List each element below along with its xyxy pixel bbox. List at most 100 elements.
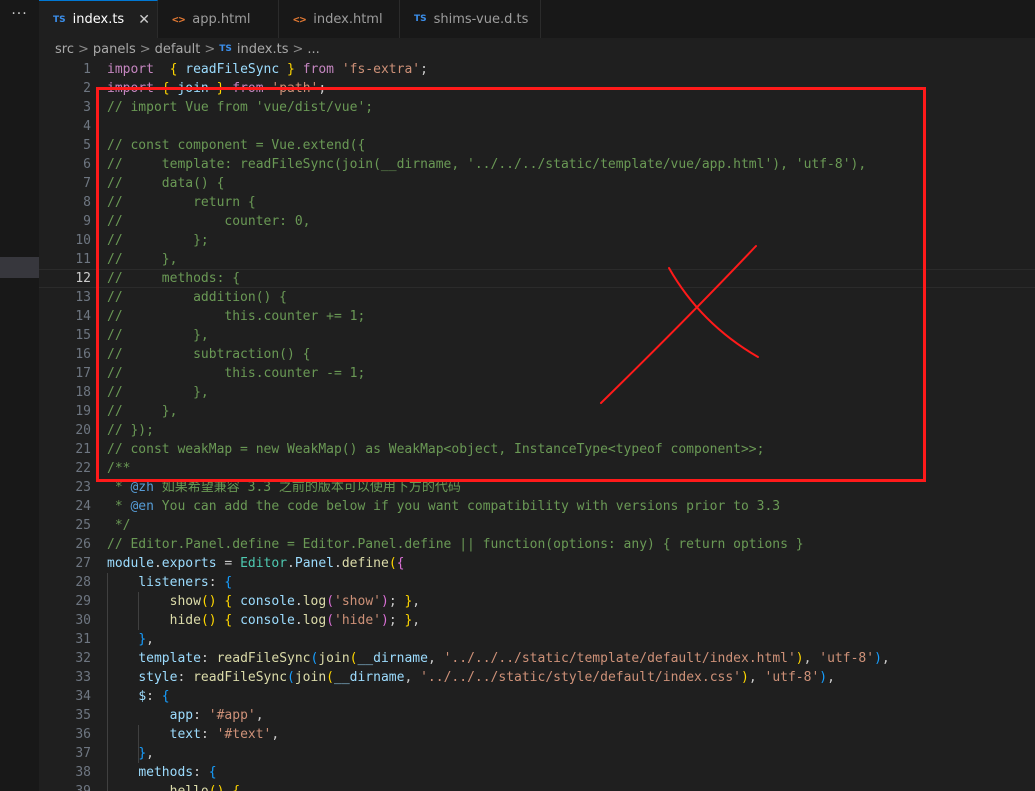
code-line[interactable]: // }, [107,326,890,345]
code-token: template [138,651,201,666]
code-token: 'show' [334,594,381,609]
close-icon[interactable]: ✕ [138,12,150,28]
code-line[interactable]: */ [107,516,890,535]
code-line[interactable] [107,117,890,136]
code-line[interactable]: text: '#text', [107,725,890,744]
breadcrumb-symbol[interactable]: ... [307,42,319,57]
code-token: , [404,670,421,685]
code-line[interactable]: import { join } from 'path'; [107,79,890,98]
code-token: $ [138,689,147,704]
code-token: { [161,81,170,96]
code-token: // this.counter -= 1; [107,366,366,381]
code-line[interactable]: // template: readFileSync(join(__dirname… [107,155,890,174]
line-number: 39 [39,782,91,791]
code-token: , [412,594,421,609]
code-line[interactable]: // const component = Vue.extend({ [107,136,890,155]
code-token: define [341,556,389,571]
code-line[interactable]: // this.counter += 1; [107,307,890,326]
code-line[interactable]: hide() { console.log('hide'); }, [107,611,890,630]
code-line[interactable]: methods: { [107,763,890,782]
code-line[interactable]: $: { [107,687,890,706]
line-number: 26 [75,537,91,552]
code-line[interactable]: // import Vue from 'vue/dist/vue'; [107,98,890,117]
code-token: 'fs-extra' [341,62,421,77]
code-token: . [294,594,303,609]
breadcrumb: src > panels > default > TS index.ts > .… [39,38,1035,60]
code-line[interactable]: }, [107,630,890,649]
code-line[interactable]: // this.counter -= 1; [107,364,890,383]
code-line[interactable]: // return { [107,193,890,212]
code-line[interactable]: // data() { [107,174,890,193]
code-token: // }); [107,423,154,438]
code-editor[interactable]: 1 2 3 4 5 6 7 8 9 10 11 12 13 14 15 16 17 18 19 20 21 22 23 24 2… [39,60,1035,791]
code-content[interactable]: import { readFileSync } from 'fs-extra';… [107,60,890,791]
breadcrumb-segment[interactable]: panels [93,42,136,57]
activity-bar: ··· [0,0,39,791]
code-token: // counter: 0, [107,214,311,229]
code-token: { [161,689,170,704]
code-token: ) [819,670,828,685]
code-token: // }; [107,233,209,248]
line-number: 35 [75,708,91,723]
code-line[interactable]: // }; [107,231,890,250]
code-line[interactable]: hello() { [107,782,890,791]
code-token: module [107,556,154,571]
code-line[interactable]: import { readFileSync } from 'fs-extra'; [107,60,890,79]
code-line[interactable]: * @en You can add the code below if you … [107,497,890,516]
tab-app-html[interactable]: <> app.html [158,0,279,38]
code-line[interactable]: // Editor.Panel.define = Editor.Panel.de… [107,535,890,554]
tab-label: index.ts [72,12,125,27]
code-token: @zh [130,480,154,495]
code-line[interactable]: // methods: { [107,269,890,288]
tab-index-ts[interactable]: TS index.ts ✕ [39,0,158,38]
line-number: 37 [75,746,91,761]
code-token: log [302,594,327,609]
code-line[interactable]: show() { console.log('show'); }, [107,592,890,611]
html-file-icon: <> [172,12,186,26]
code-token: You can add the code below if you want c… [153,499,781,514]
code-token: // subtraction() { [107,347,311,362]
code-token: readFileSync [185,62,280,77]
code-token: : [208,575,225,590]
code-line[interactable]: module.exports = Editor.Panel.define({ [107,554,890,573]
tab-index-html[interactable]: <> index.html [279,0,400,38]
code-line[interactable]: // addition() { [107,288,890,307]
line-number: 29 [75,594,91,609]
code-line[interactable]: listeners: { [107,573,890,592]
code-token: { [232,784,240,791]
code-line[interactable]: // counter: 0, [107,212,890,231]
typescript-file-icon: TS [219,44,232,54]
code-token: // methods: { [107,271,241,286]
breadcrumb-file[interactable]: index.ts [237,42,289,57]
breadcrumb-segment[interactable]: default [155,42,201,57]
line-number: 32 [75,651,91,666]
code-line[interactable]: }, [107,744,890,763]
tab-shims-vue-d-ts[interactable]: TS shims-vue.d.ts [400,0,541,38]
code-line[interactable]: /** [107,459,890,478]
code-line[interactable]: // }); [107,421,890,440]
code-token: : [200,651,217,666]
code-line[interactable]: template: readFileSync(join(__dirname, '… [107,649,889,668]
code-line[interactable]: // }, [107,250,890,269]
code-token: { [208,765,217,780]
code-line[interactable]: // }, [107,402,890,421]
line-number: 10 [75,233,91,248]
code-line[interactable]: // const weakMap = new WeakMap() as Weak… [107,440,890,459]
line-number: 11 [75,252,91,267]
code-token: import [107,81,154,96]
code-line[interactable]: * @zh 如果希望兼容 3.3 之前的版本可以使用下方的代码 [107,478,890,497]
code-line[interactable]: // subtraction() { [107,345,890,364]
code-line[interactable]: style: readFileSync(join(__dirname, '../… [107,668,890,687]
code-token: // const component = Vue.extend({ [107,138,366,153]
breadcrumb-segment[interactable]: src [55,42,74,57]
line-number: 8 [83,195,91,210]
code-line[interactable]: app: '#app', [107,706,890,725]
more-actions-icon[interactable]: ··· [0,6,39,22]
code-line[interactable]: // }, [107,383,890,402]
code-token: join [294,670,327,685]
